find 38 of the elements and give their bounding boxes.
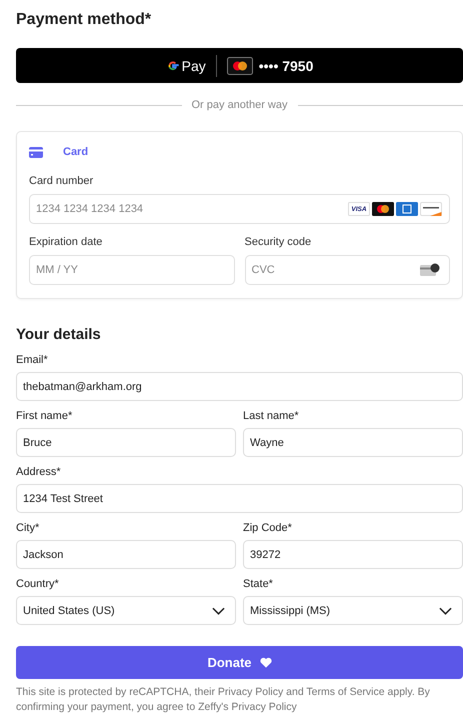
section-title: Your details xyxy=(16,325,102,345)
select-field[interactable]: United States (US) xyxy=(16,596,236,625)
input-field[interactable]: thebatman@arkham.org xyxy=(16,372,463,401)
discover-logo-icon xyxy=(420,202,442,216)
donate-button[interactable]: Donate xyxy=(16,646,463,679)
g-logo-icon xyxy=(166,58,180,72)
field-label: Card number xyxy=(29,175,94,187)
input-field[interactable]: Wayne xyxy=(243,428,463,457)
amex-logo-icon xyxy=(396,202,418,216)
credit-card-icon xyxy=(29,146,43,158)
input-field[interactable]: Bruce xyxy=(16,428,236,457)
heart-icon xyxy=(260,657,272,668)
mastercard-logo-icon xyxy=(372,202,394,216)
card-tab[interactable]: Card xyxy=(29,146,89,158)
divider-text: Or pay another way xyxy=(192,99,288,111)
field-label: First name* xyxy=(16,410,74,422)
google-pay-button[interactable]: Pay •••• 7950 xyxy=(16,48,463,83)
field-label: City* xyxy=(16,522,40,534)
expiration-field[interactable]: MM / YY xyxy=(29,255,234,285)
chevron-down-icon xyxy=(212,606,225,614)
input-field[interactable]: 1234 Test Street xyxy=(16,484,463,513)
mastercard-icon xyxy=(226,56,253,74)
field-label: Security code xyxy=(244,236,312,248)
field-label: Zip Code* xyxy=(243,522,293,534)
section-title: Payment method* xyxy=(16,10,152,30)
input-field[interactable]: 39272 xyxy=(243,540,463,569)
input-field[interactable]: Jackson xyxy=(16,540,236,569)
select-field[interactable]: Mississippi (MS) xyxy=(243,596,463,625)
cvc-card-icon xyxy=(420,263,440,277)
field-label: State* xyxy=(243,578,274,590)
field-label: Address* xyxy=(16,466,62,478)
security-code-field[interactable]: CVC xyxy=(244,255,450,285)
chevron-down-icon xyxy=(439,606,452,614)
field-label: Expiration date xyxy=(29,236,104,248)
field-label: Country* xyxy=(16,578,60,590)
legal-text: This site is protected by reCAPTCHA, their Privacy Policy and Terms of Service apply. By confirming your payment, you agree to Zeffy's Privacy Policy xyxy=(16,685,431,715)
field-label: Last name* xyxy=(243,410,300,422)
field-label: Email* xyxy=(16,354,49,366)
